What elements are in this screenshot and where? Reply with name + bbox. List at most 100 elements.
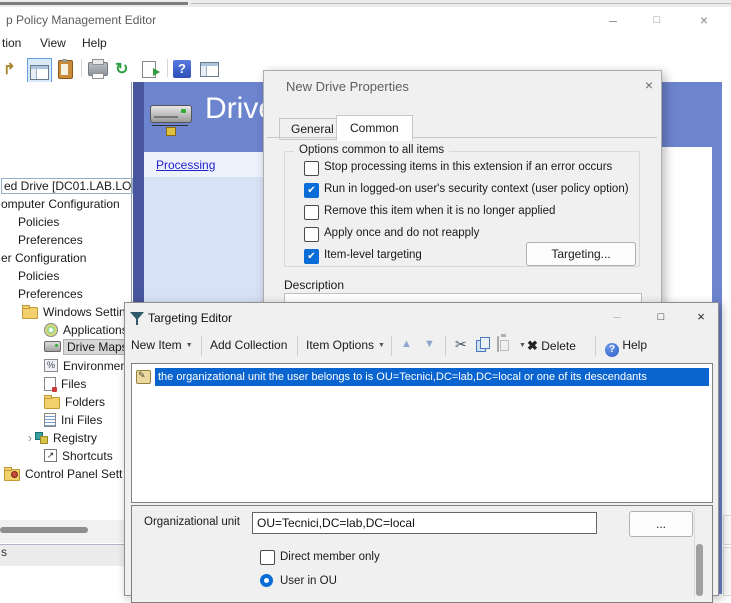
delete-button[interactable]: ✖ Delete — [527, 338, 576, 354]
help-icon[interactable]: ? — [173, 58, 191, 80]
ini-file-icon — [44, 413, 56, 427]
stop-processing-checkbox[interactable] — [304, 161, 319, 176]
targeting-item-text: the organizational unit the user belongs… — [155, 368, 709, 386]
tree-item-files[interactable]: Files — [44, 375, 86, 392]
tree-item-environment[interactable]: % Environment — [44, 357, 130, 374]
maximize-button[interactable]: □ — [635, 7, 679, 33]
apply-once-checkbox[interactable] — [304, 227, 319, 242]
tree-horizontal-scrollbar[interactable] — [0, 520, 124, 543]
new-item-button[interactable]: New Item▼ — [131, 338, 193, 352]
targeting-items-list[interactable]: ✎ the organizational unit the user belon… — [131, 363, 713, 503]
add-collection-button[interactable]: Add Collection — [210, 338, 287, 352]
organizational-unit-input[interactable] — [252, 512, 597, 534]
registry-icon — [35, 432, 48, 444]
user-in-ou-radio[interactable] — [260, 574, 273, 587]
folder-icon — [22, 307, 38, 319]
targeting-item-row[interactable]: ✎ the organizational unit the user belon… — [136, 368, 709, 386]
gpme-window-title: p Policy Management Editor — [6, 13, 156, 27]
help-button[interactable]: ? Help — [605, 338, 647, 357]
print-icon[interactable] — [88, 58, 108, 80]
file-icon — [44, 377, 56, 391]
minimize-button[interactable]: – — [591, 7, 635, 33]
new-drive-properties-dialog: New Drive Properties × General Common Op… — [263, 70, 662, 312]
nav-forward-icon[interactable]: ↱ — [3, 58, 16, 80]
paste-icon[interactable] — [497, 337, 499, 351]
tree-item-preferences[interactable]: Preferences — [18, 231, 83, 248]
organizational-unit-label: Organizational unit — [144, 516, 240, 528]
funnel-icon — [130, 312, 144, 325]
tree-item-root[interactable]: ed Drive [DC01.LAB.LOCA — [1, 177, 133, 194]
gpme-statusbar: s — [0, 544, 124, 566]
dialog-title: New Drive Properties — [286, 79, 409, 94]
tree-item-drive-maps[interactable]: Drive Maps — [44, 338, 132, 355]
item-level-targeting-checkbox[interactable]: ✔ — [304, 249, 319, 264]
maximize-button[interactable]: □ — [641, 303, 681, 331]
targeting-button[interactable]: Targeting... — [526, 242, 636, 266]
item-options-button[interactable]: Item Options▼ — [306, 338, 385, 352]
tree-item-windows-settings[interactable]: Windows Settings — [22, 303, 138, 320]
percent-icon: % — [44, 359, 58, 372]
shortcut-icon: ↗ — [44, 449, 57, 462]
apply-once-label: Apply once and do not reapply — [324, 227, 479, 239]
tree-item-control-panel-settings[interactable]: Control Panel Sett — [4, 465, 122, 482]
tree-item-user-configuration[interactable]: er Configuration — [1, 249, 86, 266]
browse-button[interactable]: ... — [629, 511, 693, 537]
close-button[interactable]: × — [682, 7, 726, 33]
remove-item-checkbox[interactable] — [304, 205, 319, 220]
tree-item-preferences-user[interactable]: Preferences — [18, 285, 83, 302]
close-icon[interactable]: × — [645, 77, 653, 93]
targeting-detail-panel: Organizational unit ... Direct member on… — [131, 505, 713, 603]
tree-item-ini-files[interactable]: Ini Files — [44, 411, 102, 428]
remove-item-label: Remove this item when it is no longer ap… — [324, 205, 555, 217]
targeting-title: Targeting Editor — [148, 311, 232, 325]
item-level-targeting-label: Item-level targeting — [324, 249, 422, 261]
dialog-titlebar: New Drive Properties × — [264, 71, 661, 100]
tree-item-registry[interactable]: › Registry — [28, 429, 97, 446]
gpme-titlebar: p Policy Management Editor – □ × — [0, 7, 731, 33]
refresh-icon[interactable]: ↻ — [115, 58, 128, 80]
cut-icon[interactable]: ✂ — [455, 336, 467, 353]
drive-icon — [44, 341, 61, 352]
gpme-menubar: tion View Help — [0, 33, 731, 56]
tree-item-folders[interactable]: Folders — [44, 393, 105, 410]
stop-processing-label: Stop processing items in this extension … — [324, 161, 612, 173]
console-tree-panel: ed Drive [DC01.LAB.LOCA omputer Configur… — [0, 82, 132, 543]
description-label: Description — [284, 278, 344, 292]
tree-item-computer-configuration[interactable]: omputer Configuration — [1, 195, 120, 212]
tab-common[interactable]: Common — [336, 115, 413, 141]
processing-link[interactable]: Processing — [156, 158, 215, 172]
drive-maps-header-icon — [150, 103, 194, 139]
background-edge-box — [723, 547, 731, 596]
move-up-icon[interactable]: ▲ — [401, 338, 412, 350]
move-down-icon[interactable]: ▼ — [424, 338, 435, 350]
tree-item-shortcuts[interactable]: ↗ Shortcuts — [44, 447, 113, 464]
close-button[interactable]: × — [681, 303, 721, 331]
console-tree-icon[interactable] — [200, 58, 219, 80]
paste-dropdown-icon[interactable]: ▼ — [519, 342, 526, 349]
user-in-ou-label: User in OU — [280, 575, 337, 587]
tree-item-policies[interactable]: Policies — [18, 213, 59, 230]
background-edge-box — [723, 515, 731, 545]
menu-item-action[interactable]: tion — [2, 36, 21, 50]
targeting-editor-dialog: Targeting Editor – □ × New Item▼ Add Col… — [124, 302, 719, 596]
organizational-unit-icon: ✎ — [136, 370, 151, 384]
tree-item-policies-user[interactable]: Policies — [18, 267, 59, 284]
expand-chevron-icon[interactable]: › — [28, 431, 32, 445]
run-logged-on-checkbox[interactable]: ✔ — [304, 183, 319, 198]
clipboard-icon[interactable] — [58, 58, 73, 80]
detail-vertical-scrollbar[interactable] — [694, 508, 705, 598]
options-group-label: Options common to all items — [294, 144, 449, 156]
direct-member-only-checkbox[interactable] — [260, 550, 275, 565]
tree-item-applications[interactable]: Applications — [44, 321, 128, 338]
targeting-toolbar: New Item▼ Add Collection Item Options▼ ▲… — [125, 331, 718, 361]
minimize-button: – — [597, 303, 637, 331]
menu-item-view[interactable]: View — [40, 36, 66, 50]
folder-gear-icon — [4, 469, 20, 481]
folder-icon — [44, 397, 60, 409]
targeting-titlebar: Targeting Editor – □ × — [125, 303, 718, 332]
run-logged-on-label: Run in logged-on user's security context… — [324, 183, 629, 195]
export-list-icon[interactable] — [142, 58, 156, 80]
menu-item-help[interactable]: Help — [82, 36, 107, 50]
direct-member-only-label: Direct member only — [280, 551, 380, 563]
disc-icon — [44, 323, 58, 337]
